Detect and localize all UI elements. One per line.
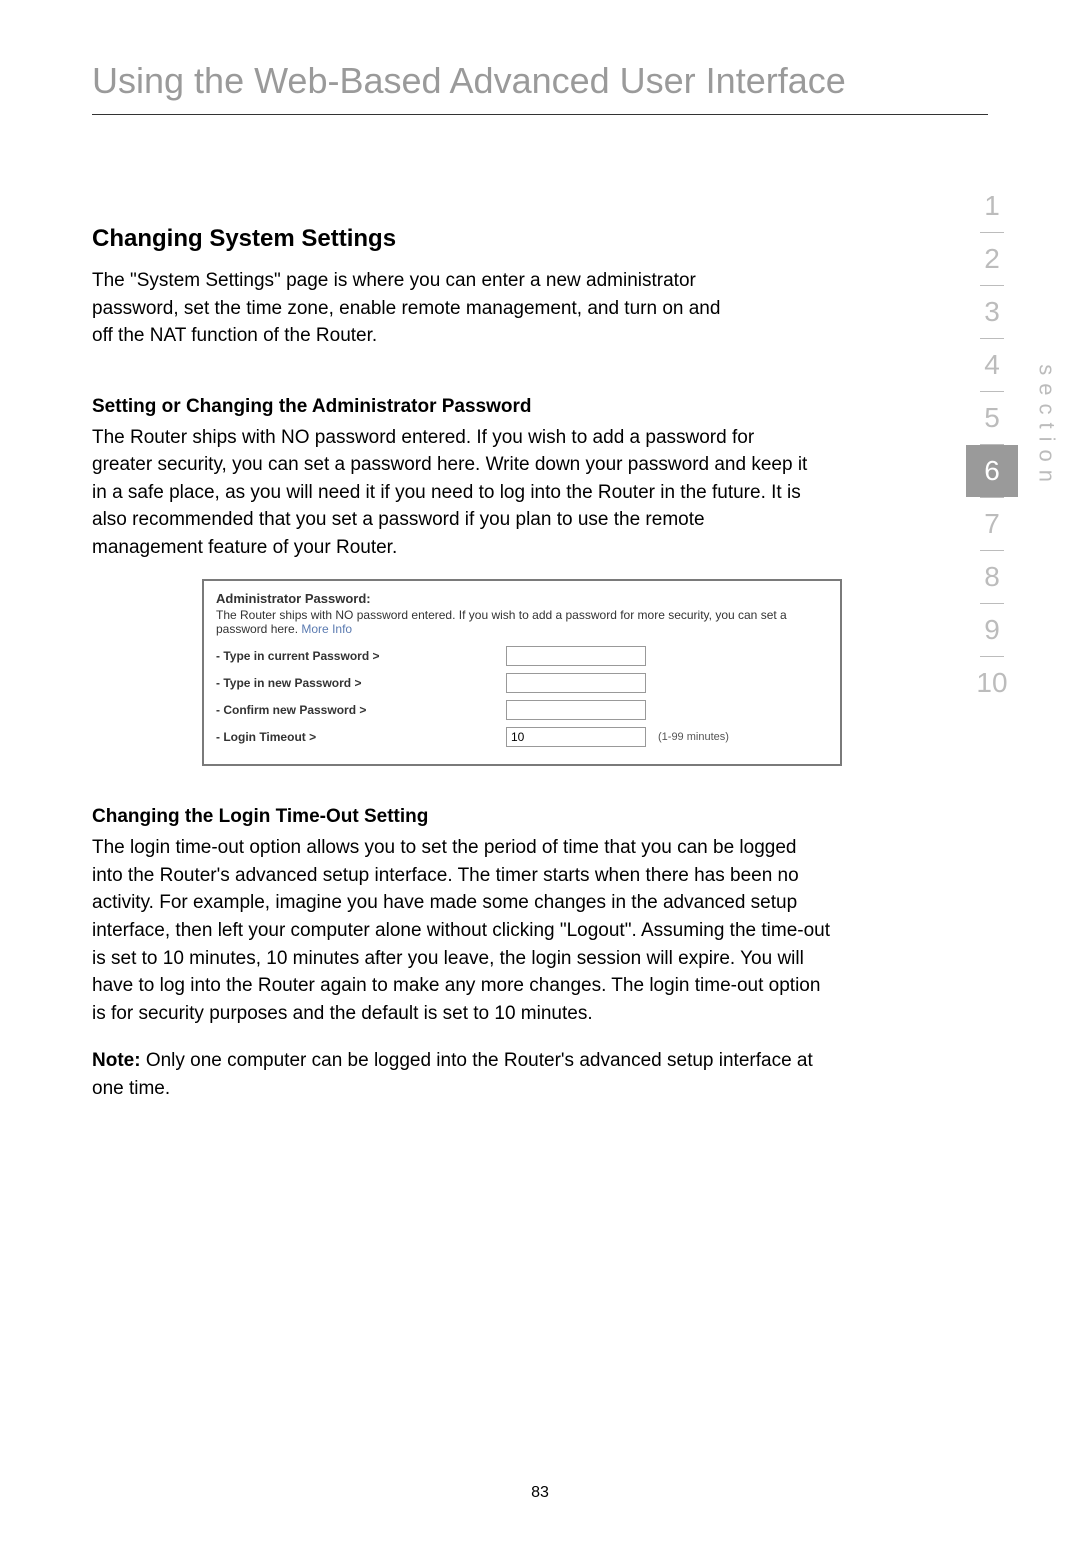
admin-password-screenshot: Administrator Password: The Router ships… [202, 579, 842, 766]
screenshot-desc: The Router ships with NO password entere… [216, 608, 828, 636]
note-paragraph: Note: Only one computer can be logged in… [92, 1047, 832, 1102]
intro-paragraph: The "System Settings" page is where you … [92, 267, 732, 350]
note-text: Only one computer can be logged into the… [92, 1050, 813, 1099]
input-new-password[interactable] [506, 673, 646, 693]
input-confirm-password[interactable] [506, 700, 646, 720]
input-current-password[interactable] [506, 646, 646, 666]
section-nav-item-2[interactable]: 2 [966, 233, 1018, 285]
heading-changing-system-settings: Changing System Settings [92, 225, 988, 253]
screenshot-title: Administrator Password: [216, 591, 828, 606]
more-info-link[interactable]: More Info [301, 622, 352, 636]
row-confirm-password: - Confirm new Password > [216, 700, 828, 720]
label-current-password: - Type in current Password > [216, 649, 506, 663]
section-nav-item-6[interactable]: 6 [966, 445, 1018, 497]
row-new-password: - Type in new Password > [216, 673, 828, 693]
section-nav: 12345678910 [966, 180, 1018, 709]
section-nav-item-4[interactable]: 4 [966, 339, 1018, 391]
section-nav-item-3[interactable]: 3 [966, 286, 1018, 338]
label-new-password: - Type in new Password > [216, 676, 506, 690]
page-title: Using the Web-Based Advanced User Interf… [92, 60, 988, 115]
section-nav-item-8[interactable]: 8 [966, 551, 1018, 603]
section-nav-item-5[interactable]: 5 [966, 392, 1018, 444]
section-nav-item-1[interactable]: 1 [966, 180, 1018, 232]
note-label: Note: [92, 1050, 146, 1071]
heading-admin-password: Setting or Changing the Administrator Pa… [92, 396, 988, 418]
page-number: 83 [0, 1484, 1080, 1502]
section-label: section [1034, 364, 1060, 490]
login-timeout-hint: (1-99 minutes) [658, 731, 729, 743]
label-confirm-password: - Confirm new Password > [216, 703, 506, 717]
label-login-timeout: - Login Timeout > [216, 730, 506, 744]
section-nav-item-10[interactable]: 10 [966, 657, 1018, 709]
section-nav-item-7[interactable]: 7 [966, 498, 1018, 550]
section-nav-item-9[interactable]: 9 [966, 604, 1018, 656]
row-current-password: - Type in current Password > [216, 646, 828, 666]
heading-login-timeout: Changing the Login Time-Out Setting [92, 806, 988, 828]
admin-password-paragraph: The Router ships with NO password entere… [92, 424, 812, 562]
row-login-timeout: - Login Timeout > (1-99 minutes) [216, 727, 828, 747]
login-timeout-paragraph: The login time-out option allows you to … [92, 834, 832, 1027]
input-login-timeout[interactable] [506, 727, 646, 747]
